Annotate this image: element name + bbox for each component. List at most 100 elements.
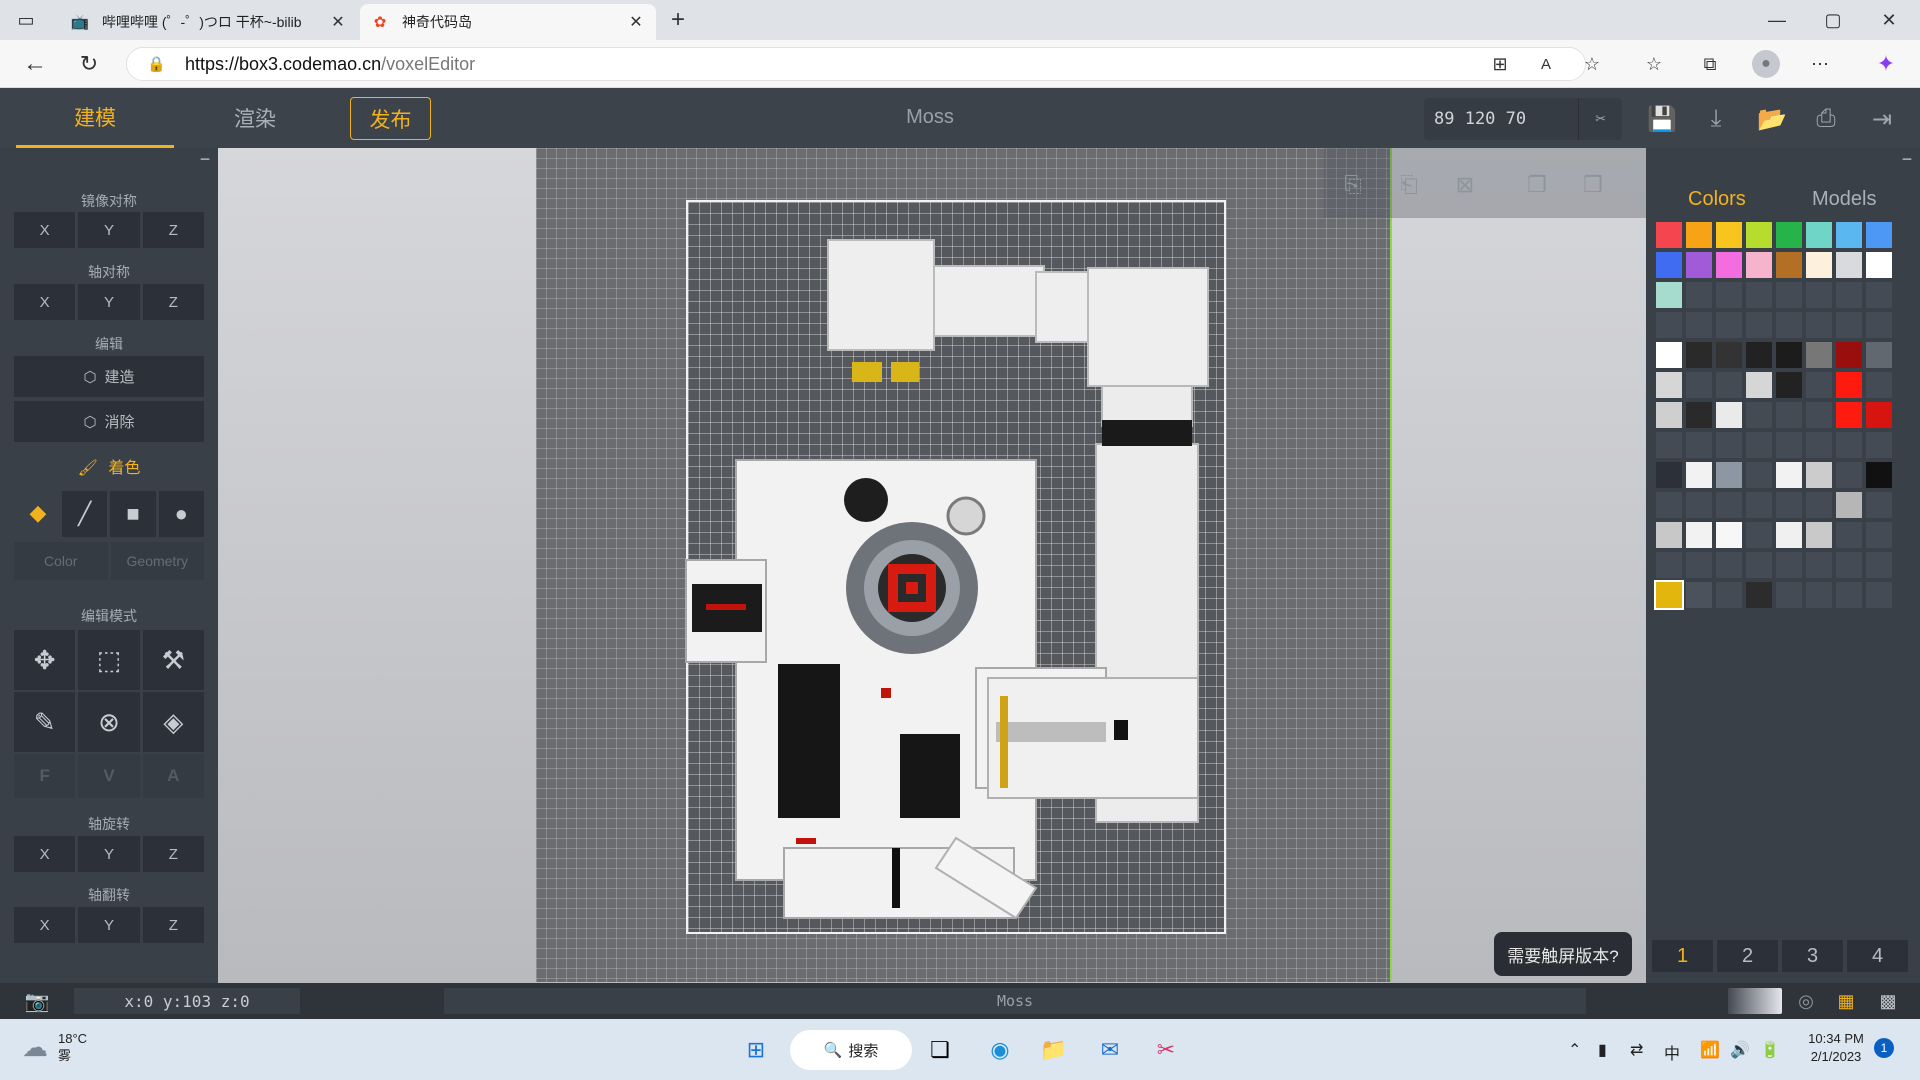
palette-swatch[interactable] xyxy=(1746,552,1772,578)
vertex-button[interactable]: V xyxy=(78,754,140,798)
touch-version-tip[interactable]: 需要触屏版本? xyxy=(1494,932,1632,976)
palette-swatch[interactable] xyxy=(1806,462,1832,488)
mirror-x-button[interactable]: X xyxy=(14,212,76,248)
apps-icon[interactable]: ⊞ xyxy=(1488,52,1512,76)
palette-swatch[interactable] xyxy=(1686,432,1712,458)
minimize-button[interactable]: — xyxy=(1762,6,1792,34)
palette-swatch[interactable] xyxy=(1716,582,1742,608)
square-tool-icon[interactable]: ■ xyxy=(110,491,156,537)
fine-grid-icon[interactable]: ▩ xyxy=(1874,988,1902,1014)
palette-swatch[interactable] xyxy=(1716,402,1742,428)
palette-swatch[interactable] xyxy=(1866,342,1892,368)
geometry-mode-button[interactable]: Geometry xyxy=(110,542,204,580)
palette-swatch[interactable] xyxy=(1866,222,1892,248)
profile-avatar[interactable]: ● xyxy=(1752,50,1780,78)
target-icon[interactable]: ◎ xyxy=(1792,988,1820,1014)
palette-swatch[interactable] xyxy=(1716,252,1742,278)
flip-x-button[interactable]: X xyxy=(14,907,76,943)
palette-swatch[interactable] xyxy=(1836,312,1862,338)
palette-swatch[interactable] xyxy=(1716,522,1742,548)
palette-swatch[interactable] xyxy=(1656,342,1682,368)
all-button[interactable]: A xyxy=(142,754,204,798)
palette-swatch[interactable] xyxy=(1866,522,1892,548)
new-tab-button[interactable]: + xyxy=(664,6,692,34)
palette-swatch[interactable] xyxy=(1836,552,1862,578)
palette-swatch[interactable] xyxy=(1746,492,1772,518)
duplicate-icon[interactable]: ❐ xyxy=(1522,170,1552,200)
palette-swatch[interactable] xyxy=(1776,282,1802,308)
palette-swatch[interactable] xyxy=(1866,462,1892,488)
select-rect-icon[interactable]: ⬚ xyxy=(78,630,140,690)
paste-icon[interactable]: ⎗ xyxy=(1394,170,1424,200)
palette-swatch[interactable] xyxy=(1806,552,1832,578)
weather-widget[interactable]: ☁ 18°C 雾 xyxy=(22,1030,87,1064)
palette-swatch[interactable] xyxy=(1806,252,1832,278)
flip-y-button[interactable]: Y xyxy=(78,907,140,943)
circle-tool-icon[interactable]: ● xyxy=(158,491,204,537)
palette-swatch[interactable] xyxy=(1836,252,1862,278)
symmetry-y-button[interactable]: Y xyxy=(78,284,140,320)
palette-swatch[interactable] xyxy=(1654,580,1684,610)
palette-swatch[interactable] xyxy=(1716,312,1742,338)
notification-badge[interactable]: 1 xyxy=(1874,1038,1894,1058)
rotate-y-button[interactable]: Y xyxy=(78,836,140,872)
palette-swatch[interactable] xyxy=(1806,222,1832,248)
grid-toggle-icon[interactable]: ▦ xyxy=(1832,988,1860,1014)
paint-mode[interactable]: 🖌 着色 xyxy=(0,454,218,478)
palette-swatch[interactable] xyxy=(1746,582,1772,608)
palette-swatch[interactable] xyxy=(1776,342,1802,368)
palette-swatch[interactable] xyxy=(1806,522,1832,548)
move-icon[interactable]: ✥ xyxy=(14,630,76,690)
palette-swatch[interactable] xyxy=(1746,462,1772,488)
fill-bucket-icon[interactable]: ◈ xyxy=(142,692,204,752)
palette-page-1[interactable]: 1 xyxy=(1652,940,1713,972)
palette-swatch[interactable] xyxy=(1716,342,1742,368)
palette-swatch[interactable] xyxy=(1776,522,1802,548)
open-folder-icon[interactable]: 📂 xyxy=(1756,103,1788,135)
collections-icon[interactable]: ⧉ xyxy=(1698,52,1722,76)
wifi-icon[interactable]: 📶 xyxy=(1700,1040,1720,1060)
palette-swatch[interactable] xyxy=(1656,252,1682,278)
collapse-left-panel-button[interactable]: − xyxy=(196,150,214,170)
add-favorite-icon[interactable]: ☆ xyxy=(1580,52,1604,76)
palette-swatch[interactable] xyxy=(1656,222,1682,248)
rotate-z-button[interactable]: Z xyxy=(142,836,204,872)
ime-indicator[interactable]: 中 xyxy=(1664,1040,1680,1064)
palette-swatch[interactable] xyxy=(1656,282,1682,308)
tab-colors[interactable]: Colors xyxy=(1688,188,1746,211)
palette-swatch[interactable] xyxy=(1746,252,1772,278)
palette-swatch[interactable] xyxy=(1836,372,1862,398)
tray-app-icon[interactable]: ▮ xyxy=(1598,1040,1607,1060)
taskbar-search[interactable]: 🔍 搜索 xyxy=(790,1030,912,1070)
palette-swatch[interactable] xyxy=(1866,582,1892,608)
publish-button[interactable]: 发布 xyxy=(350,97,431,140)
mirror-y-button[interactable]: Y xyxy=(78,212,140,248)
palette-swatch[interactable] xyxy=(1746,432,1772,458)
palette-swatch[interactable] xyxy=(1836,582,1862,608)
palette-swatch[interactable] xyxy=(1866,432,1892,458)
palette-swatch[interactable] xyxy=(1746,522,1772,548)
address-bar[interactable]: 🔒 https://box3.codemao.cn/voxelEditor xyxy=(126,47,1586,81)
close-window-button[interactable]: ✕ xyxy=(1874,6,1904,34)
palette-swatch[interactable] xyxy=(1776,492,1802,518)
palette-swatch[interactable] xyxy=(1806,282,1832,308)
palette-swatch[interactable] xyxy=(1866,492,1892,518)
palette-swatch[interactable] xyxy=(1686,222,1712,248)
palette-swatch[interactable] xyxy=(1776,432,1802,458)
tab-actions-icon[interactable]: ▭ xyxy=(14,8,38,32)
tab-modeling[interactable]: 建模 xyxy=(16,88,174,148)
palette-swatch[interactable] xyxy=(1716,282,1742,308)
palette-swatch[interactable] xyxy=(1686,252,1712,278)
tab-render[interactable]: 渲染 xyxy=(178,88,332,148)
mail-icon[interactable]: ✉ xyxy=(1092,1032,1128,1068)
palette-swatch[interactable] xyxy=(1716,492,1742,518)
palette-swatch[interactable] xyxy=(1746,222,1772,248)
palette-swatch[interactable] xyxy=(1746,312,1772,338)
palette-swatch[interactable] xyxy=(1716,552,1742,578)
flip-z-button[interactable]: Z xyxy=(142,907,204,943)
palette-swatch[interactable] xyxy=(1656,372,1682,398)
palette-swatch[interactable] xyxy=(1716,462,1742,488)
palette-swatch[interactable] xyxy=(1776,372,1802,398)
palette-swatch[interactable] xyxy=(1836,522,1862,548)
palette-swatch[interactable] xyxy=(1776,582,1802,608)
